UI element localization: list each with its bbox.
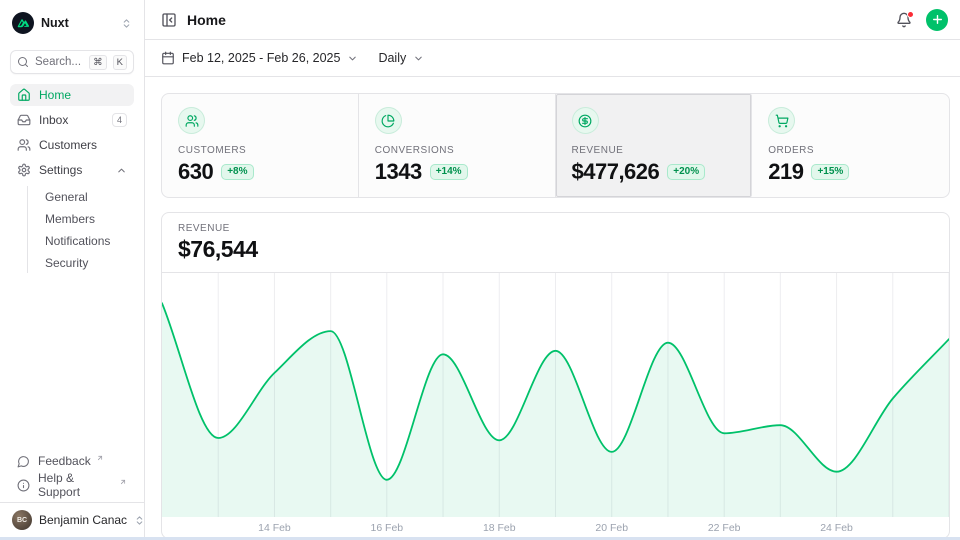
stat-label: CONVERSIONS [375,145,539,156]
sidebar-item-label: Inbox [39,113,68,127]
chart-pie-icon [375,107,402,134]
user-menu-button[interactable]: BC Benjamin Canac [0,502,144,537]
chart-body: 14 Feb 16 Feb 18 Feb 20 Feb 22 Feb 24 Feb [162,273,949,537]
stat-delta-badge: +20% [667,164,705,180]
topbar-actions [896,9,948,31]
chevron-down-icon [347,53,358,64]
stats-row: CUSTOMERS 630 +8% CONVERSIONS 1343 +14% [161,93,950,198]
notifications-bell-button[interactable] [896,12,912,28]
sidebar-item-label: Customers [39,138,97,152]
revenue-chart[interactable]: 14 Feb 16 Feb 18 Feb 20 Feb 22 Feb 24 Feb [162,273,949,537]
chart-title: REVENUE [178,223,933,234]
stat-card-revenue[interactable]: REVENUE $477,626 +20% [556,94,753,197]
app-window: Nuxt Search... ⌘ K Home [0,0,960,537]
svg-text:24 Feb: 24 Feb [820,523,853,534]
add-button[interactable] [926,9,948,31]
sidebar-item-settings[interactable]: Settings [10,159,134,181]
kbd-meta: ⌘ [89,55,107,70]
svg-text:16 Feb: 16 Feb [370,523,403,534]
stat-label: REVENUE [572,145,736,156]
sidebar-nav: Home Inbox 4 Customers Settings [0,84,144,275]
stat-value: 219 [768,159,803,185]
workspace-switcher[interactable]: Nuxt [10,10,134,36]
user-name: Benjamin Canac [39,513,127,527]
sidebar-item-home[interactable]: Home [10,84,134,106]
top-bar: Home [145,0,960,40]
sidebar-item-customers[interactable]: Customers [10,134,134,156]
sidebar-item-label: Settings [39,163,82,177]
external-link-icon [119,478,127,486]
main-area: Home Feb 12, 2025 - Feb 26, 2025 [145,0,960,537]
help-support-label: Help & Support [38,471,114,499]
message-circle-icon [17,455,30,468]
search-placeholder: Search... [35,56,83,68]
feedback-label: Feedback [38,454,91,468]
brand-name: Nuxt [41,16,69,30]
calendar-icon [161,51,175,65]
svg-text:20 Feb: 20 Feb [595,523,628,534]
svg-text:22 Feb: 22 Feb [708,523,741,534]
collapse-sidebar-button[interactable] [161,12,177,28]
sidebar-item-inbox[interactable]: Inbox 4 [10,109,134,131]
help-support-link[interactable]: Help & Support [10,474,134,496]
notification-dot [907,11,914,18]
inbox-icon [17,113,31,127]
stat-delta-badge: +14% [430,164,468,180]
sidebar-item-security[interactable]: Security [39,252,134,273]
revenue-chart-card: REVENUE $76,544 14 Feb 16 Feb 18 Feb 20 Feb… [161,212,950,537]
sidebar-footer: Feedback Help & Support [0,450,144,502]
sidebar-item-label: Home [39,88,71,102]
avatar: BC [12,510,32,530]
period-select[interactable]: Daily [378,51,424,65]
sidebar-item-notifications[interactable]: Notifications [39,230,134,251]
users-icon [178,107,205,134]
chart-header: REVENUE $76,544 [162,213,949,273]
svg-text:14 Feb: 14 Feb [258,523,291,534]
chevron-up-icon [116,165,127,176]
sidebar: Nuxt Search... ⌘ K Home [0,0,145,537]
stat-value: 1343 [375,159,422,185]
users-icon [17,138,31,152]
settings-sub-list: General Members Notifications Security [27,186,134,273]
gear-icon [17,163,31,177]
shopping-cart-icon [768,107,795,134]
stat-delta-badge: +8% [221,164,253,180]
nuxt-logo-icon [12,12,34,34]
search-icon [17,56,29,68]
inbox-count-badge: 4 [112,113,127,127]
chevrons-up-down-icon [121,18,132,29]
sidebar-item-members[interactable]: Members [39,208,134,229]
feedback-link[interactable]: Feedback [10,450,134,472]
info-icon [17,479,30,492]
stat-delta-badge: +15% [811,164,849,180]
chart-total-value: $76,544 [178,236,933,263]
kbd-k: K [113,55,127,70]
stat-card-orders[interactable]: ORDERS 219 +15% [752,94,949,197]
svg-text:18 Feb: 18 Feb [483,523,516,534]
sidebar-item-general[interactable]: General [39,186,134,207]
home-icon [17,88,31,102]
external-link-icon [96,454,104,462]
stat-value: $477,626 [572,159,660,185]
search-input[interactable]: Search... ⌘ K [10,50,134,74]
stat-label: CUSTOMERS [178,145,342,156]
chevron-down-icon [413,53,424,64]
stat-card-customers[interactable]: CUSTOMERS 630 +8% [162,94,359,197]
filter-bar: Feb 12, 2025 - Feb 26, 2025 Daily [145,40,960,77]
date-range-label: Feb 12, 2025 - Feb 26, 2025 [182,51,340,65]
stat-value: 630 [178,159,213,185]
date-range-picker[interactable]: Feb 12, 2025 - Feb 26, 2025 [161,51,358,65]
page-title: Home [187,12,226,28]
stat-label: ORDERS [768,145,933,156]
circle-dollar-icon [572,107,599,134]
stat-card-conversions[interactable]: CONVERSIONS 1343 +14% [359,94,556,197]
dashboard-content: CUSTOMERS 630 +8% CONVERSIONS 1343 +14% [145,77,960,537]
chevrons-up-down-icon [134,515,145,526]
period-label: Daily [378,51,406,65]
